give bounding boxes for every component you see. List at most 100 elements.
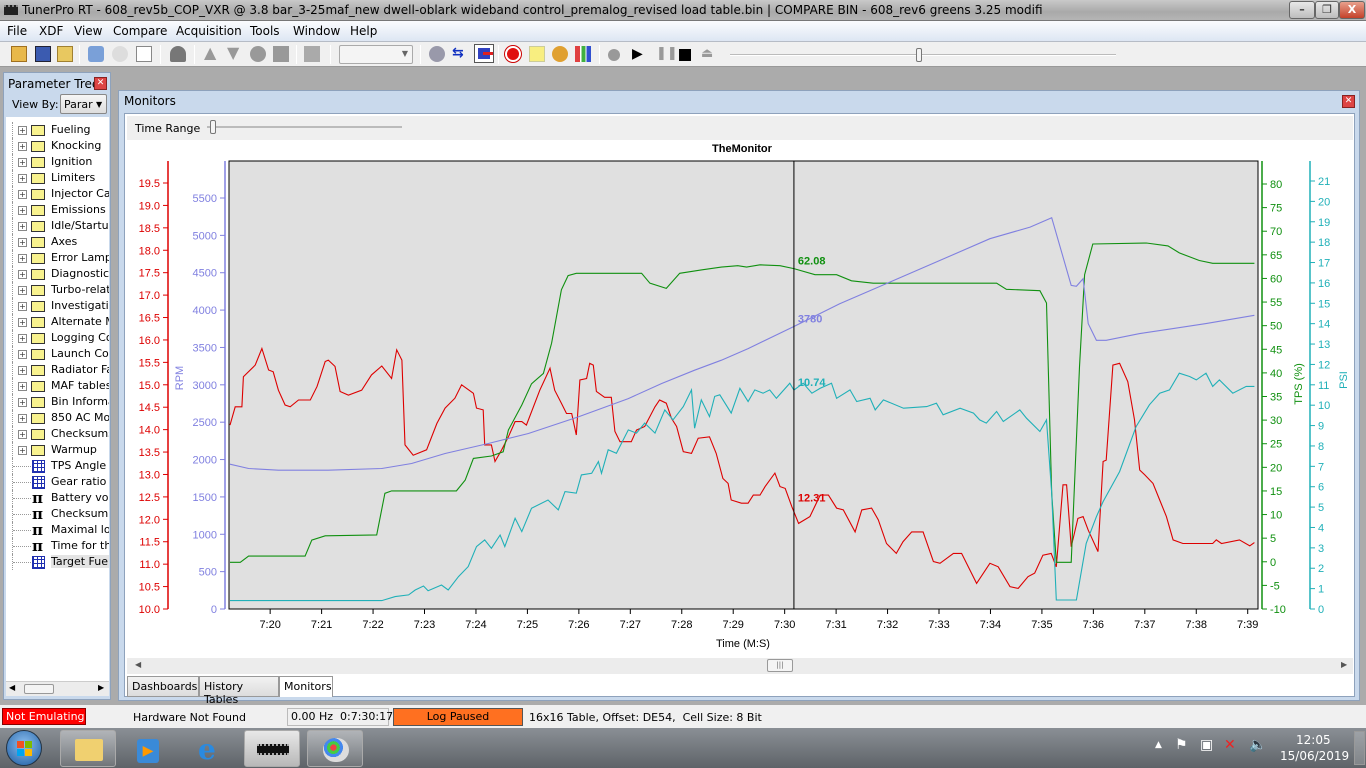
power-plug-icon[interactable]: ▣: [1200, 737, 1213, 753]
download-arrow-icon[interactable]: ▼: [227, 45, 243, 62]
close-panel-icon[interactable]: ✕: [94, 77, 107, 90]
tree-item[interactable]: + Limiters: [6, 170, 109, 186]
record-icon[interactable]: [505, 46, 521, 62]
menu-tools[interactable]: Tools: [250, 24, 280, 38]
open-folder-icon[interactable]: [57, 46, 73, 62]
scroll-left-icon[interactable]: ◀: [135, 660, 141, 669]
show-hidden-icons[interactable]: ▲: [1155, 740, 1162, 750]
clock-time[interactable]: 12:05: [1296, 733, 1331, 747]
expand-icon[interactable]: +: [18, 126, 27, 135]
menu-file[interactable]: File: [7, 24, 27, 38]
new-xdf-icon[interactable]: [112, 46, 128, 62]
expand-icon[interactable]: +: [18, 446, 27, 455]
expand-icon[interactable]: +: [18, 398, 27, 407]
tree-item[interactable]: + Radiator Fa: [6, 362, 109, 378]
expand-icon[interactable]: +: [18, 366, 27, 375]
tree-item[interactable]: + Warmup: [6, 442, 109, 458]
stop-icon[interactable]: [679, 49, 691, 61]
taskbar-paint[interactable]: [307, 730, 363, 767]
tab-history-tables[interactable]: History Tables: [199, 676, 279, 706]
tree-item[interactable]: + Axes: [6, 234, 109, 250]
tree-item[interactable]: + MAF tables: [6, 378, 109, 394]
menu-compare[interactable]: Compare: [113, 24, 167, 38]
eject-icon[interactable]: ⏏: [701, 46, 717, 62]
restore-button[interactable]: ❐: [1315, 1, 1339, 19]
scroll-right-icon[interactable]: ▶: [1341, 660, 1347, 669]
expand-icon[interactable]: +: [18, 158, 27, 167]
network-disconnected-icon[interactable]: ✕: [1224, 737, 1236, 753]
stop-circle-icon[interactable]: [250, 46, 266, 62]
record-dot-icon[interactable]: [608, 49, 620, 61]
show-desktop-button[interactable]: [1354, 731, 1365, 765]
new-document-icon[interactable]: [136, 46, 152, 62]
clock-date[interactable]: 15/06/2019: [1280, 749, 1349, 763]
tree-item[interactable]: + Knocking: [6, 138, 109, 154]
time-range-slider[interactable]: [207, 120, 407, 134]
tree-item[interactable]: + Error Lamp D: [6, 250, 109, 266]
xdf-icon[interactable]: [88, 46, 104, 62]
menu-xdf[interactable]: XDF: [39, 24, 63, 38]
expand-icon[interactable]: +: [18, 174, 27, 183]
minimize-button[interactable]: –: [1289, 1, 1315, 19]
menu-view[interactable]: View: [74, 24, 102, 38]
close-button[interactable]: X: [1339, 1, 1365, 19]
tree-item[interactable]: π Checksum P: [6, 506, 109, 522]
expand-icon[interactable]: +: [18, 238, 27, 247]
tree-item[interactable]: π Time for the: [6, 538, 109, 554]
action-center-flag-icon[interactable]: ⚑: [1175, 737, 1188, 753]
expand-icon[interactable]: +: [18, 430, 27, 439]
tree-item[interactable]: + Ignition: [6, 154, 109, 170]
tab-dashboards[interactable]: Dashboards: [127, 676, 199, 697]
scroll-left-icon[interactable]: ◀: [9, 683, 15, 692]
tree-item[interactable]: + Emissions: [6, 202, 109, 218]
taskbar-tunerpro[interactable]: [244, 730, 300, 767]
menu-acquisition[interactable]: Acquisition: [176, 24, 242, 38]
close-window-icon[interactable]: ✕: [1342, 95, 1355, 108]
upload-arrow-icon[interactable]: ▲: [204, 45, 220, 62]
expand-icon[interactable]: +: [18, 254, 27, 263]
tree-item[interactable]: + Logging Con: [6, 330, 109, 346]
view-by-dropdown[interactable]: Parar ▼: [60, 94, 107, 114]
expand-icon[interactable]: +: [18, 206, 27, 215]
tree-item[interactable]: π Battery volt: [6, 490, 109, 506]
gauge-info-icon[interactable]: [552, 46, 568, 62]
tree-item[interactable]: + Investigatio: [6, 298, 109, 314]
time-range-thumb[interactable]: [210, 120, 216, 134]
taskbar-media-player[interactable]: ▶: [120, 730, 176, 767]
playback-slider[interactable]: [718, 48, 1118, 62]
pause-icon[interactable]: ❚❚: [656, 46, 678, 62]
tab-monitors[interactable]: Monitors: [279, 676, 333, 697]
chip-icon[interactable]: [304, 46, 320, 62]
tree-item[interactable]: + Turbo-relate: [6, 282, 109, 298]
expand-icon[interactable]: +: [18, 382, 27, 391]
expand-icon[interactable]: +: [18, 350, 27, 359]
expand-icon[interactable]: +: [18, 318, 27, 327]
play-icon[interactable]: ▶: [632, 46, 648, 62]
cable-icon[interactable]: [170, 46, 186, 62]
volume-icon[interactable]: 🔈: [1249, 737, 1266, 753]
tree-item[interactable]: + Bin Informat: [6, 394, 109, 410]
expand-icon[interactable]: +: [18, 142, 27, 151]
tree-item[interactable]: TPS Angle fo: [6, 458, 109, 474]
bar-chart-icon[interactable]: [575, 46, 591, 62]
menu-help[interactable]: Help: [350, 24, 377, 38]
tree-item[interactable]: + Fueling: [6, 122, 109, 138]
gears-icon[interactable]: [429, 46, 445, 62]
compare-table-icon[interactable]: [474, 44, 494, 63]
tree-item[interactable]: + Injector Cali: [6, 186, 109, 202]
tree-item[interactable]: Target Fuel: [6, 554, 109, 570]
tree-item[interactable]: + Alternate Ma: [6, 314, 109, 330]
tree-item[interactable]: π Maximal load: [6, 522, 109, 538]
open-icon[interactable]: [11, 46, 27, 62]
taskbar-internet-explorer[interactable]: e: [183, 730, 239, 767]
tree-item[interactable]: +850 AC Mod: [6, 410, 109, 426]
expand-icon[interactable]: +: [18, 270, 27, 279]
swap-arrows-icon[interactable]: ⇆: [452, 46, 468, 62]
page-icon[interactable]: [273, 46, 289, 62]
expand-icon[interactable]: +: [18, 414, 27, 423]
chart-horizontal-scrollbar[interactable]: ◀ ||| ▶: [127, 658, 1353, 674]
toolbar-combo[interactable]: ▼: [339, 45, 413, 64]
expand-icon[interactable]: +: [18, 190, 27, 199]
start-button[interactable]: [6, 730, 42, 766]
tree-item[interactable]: + Launch Cont: [6, 346, 109, 362]
